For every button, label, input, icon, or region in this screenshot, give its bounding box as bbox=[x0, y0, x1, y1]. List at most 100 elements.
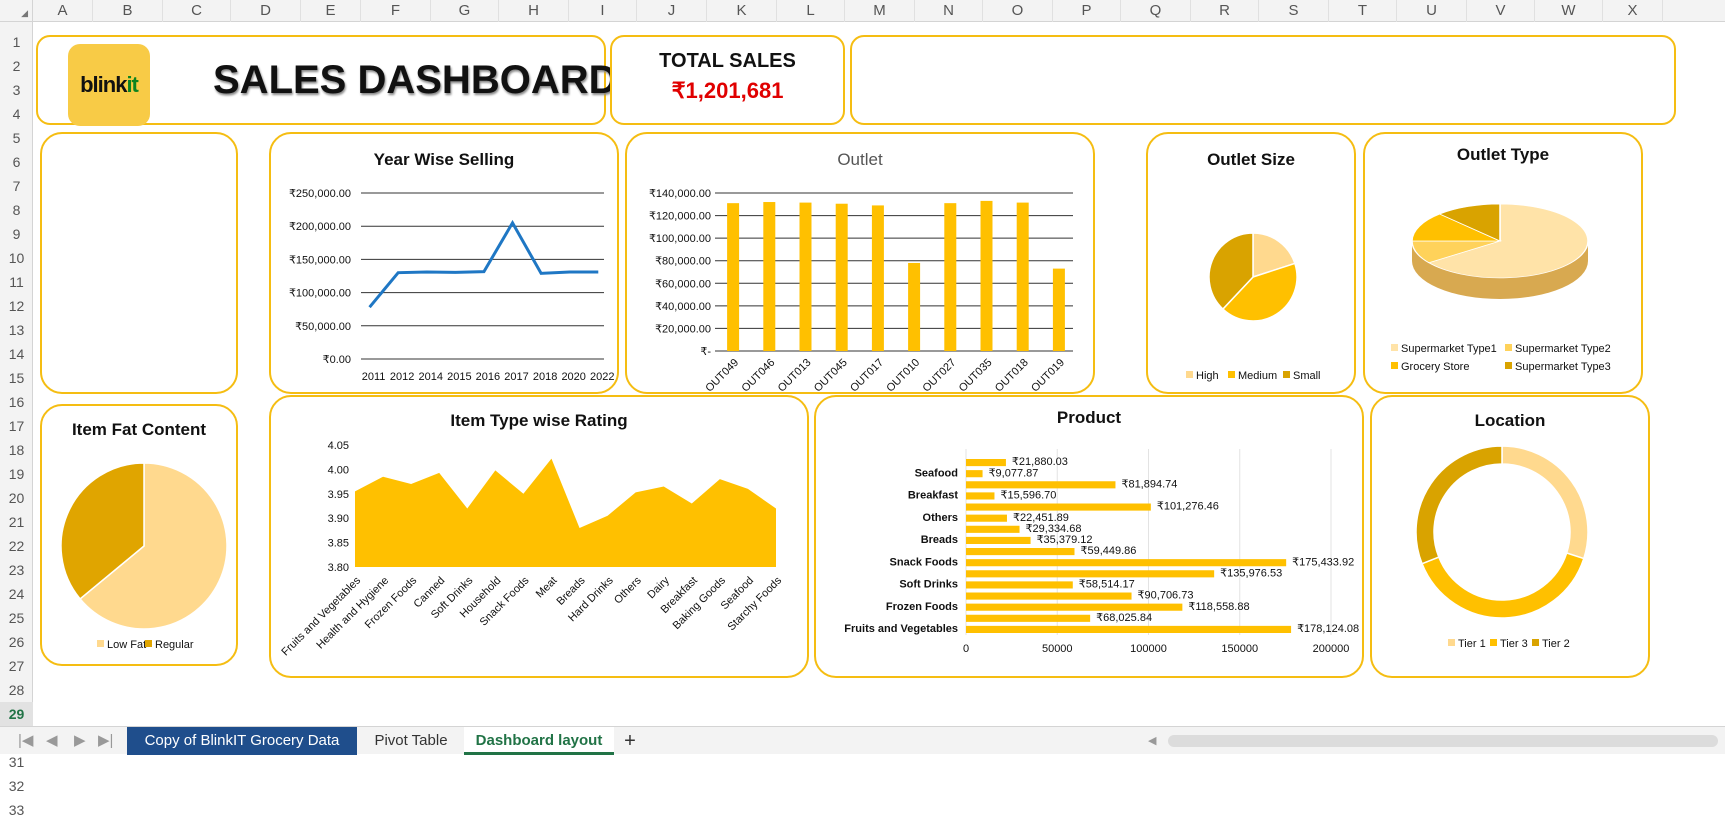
legend-swatch bbox=[1283, 371, 1290, 378]
row-header-32[interactable]: 32 bbox=[0, 774, 33, 798]
column-header-D[interactable]: D bbox=[231, 0, 301, 22]
x-tick-label: 2017 bbox=[504, 371, 528, 383]
column-header-K[interactable]: K bbox=[707, 0, 777, 22]
first-sheet-icon[interactable]: |◀ bbox=[18, 731, 33, 749]
row-header-24[interactable]: 24 bbox=[0, 582, 33, 606]
legend-swatch bbox=[1490, 639, 1497, 646]
column-header-O[interactable]: O bbox=[983, 0, 1053, 22]
row-header-6[interactable]: 6 bbox=[0, 150, 33, 174]
y-tick-label: Others bbox=[923, 512, 958, 524]
row-header-11[interactable]: 11 bbox=[0, 270, 33, 294]
series-line bbox=[368, 219, 599, 309]
pie-top bbox=[1411, 203, 1589, 279]
last-sheet-icon[interactable]: ▶| bbox=[98, 731, 113, 749]
row-header-21[interactable]: 21 bbox=[0, 510, 33, 534]
x-tick-label: 0 bbox=[963, 643, 969, 655]
row-header-23[interactable]: 23 bbox=[0, 558, 33, 582]
row-header-17[interactable]: 17 bbox=[0, 414, 33, 438]
row-header-14[interactable]: 14 bbox=[0, 342, 33, 366]
bar bbox=[727, 203, 740, 351]
row-header-3[interactable]: 3 bbox=[0, 78, 33, 102]
row-header-5[interactable]: 5 bbox=[0, 126, 33, 150]
row-header-33[interactable]: 33 bbox=[0, 798, 33, 822]
row-header-13[interactable]: 13 bbox=[0, 318, 33, 342]
column-header-R[interactable]: R bbox=[1191, 0, 1259, 22]
row-header-27[interactable]: 27 bbox=[0, 654, 33, 678]
column-header-Q[interactable]: Q bbox=[1121, 0, 1191, 22]
row-header-29[interactable]: 29 bbox=[0, 702, 33, 726]
x-tick-label: 2011 bbox=[362, 371, 386, 383]
column-header-X[interactable]: X bbox=[1603, 0, 1663, 22]
add-sheet-button[interactable]: + bbox=[616, 727, 644, 755]
column-header-N[interactable]: N bbox=[915, 0, 983, 22]
tab-copy-of-blinkit-grocery-data[interactable]: Copy of BlinkIT Grocery Data bbox=[127, 727, 357, 755]
horizontal-scrollbar[interactable] bbox=[1168, 735, 1718, 747]
row-header-2[interactable]: 2 bbox=[0, 54, 33, 78]
row-header-26[interactable]: 26 bbox=[0, 630, 33, 654]
bar bbox=[908, 262, 921, 351]
row-header-9[interactable]: 9 bbox=[0, 222, 33, 246]
row-header-16[interactable]: 16 bbox=[0, 390, 33, 414]
bar bbox=[966, 581, 1073, 589]
outlet-card: Outlet ₹- ₹20,000.00 ₹40,000.00 ₹60,000.00 ₹… bbox=[625, 132, 1095, 395]
legend-swatch bbox=[1391, 344, 1398, 351]
worksheet-grid[interactable]: blinkit SALES DASHBOARD TOTAL SALES ₹1,2… bbox=[33, 22, 1725, 726]
row-header-28[interactable]: 28 bbox=[0, 678, 33, 702]
row-header-19[interactable]: 19 bbox=[0, 462, 33, 486]
row-header-25[interactable]: 25 bbox=[0, 606, 33, 630]
item-type-rating-card: Item Type wise Rating 3.80 3.85 3.90 3.95 4.… bbox=[269, 395, 809, 678]
column-header-S[interactable]: S bbox=[1259, 0, 1329, 22]
column-header-U[interactable]: U bbox=[1397, 0, 1467, 22]
x-tick-label: OUT035 bbox=[957, 357, 995, 395]
column-header-W[interactable]: W bbox=[1535, 0, 1603, 22]
column-header-M[interactable]: M bbox=[845, 0, 915, 22]
area-series bbox=[355, 458, 776, 567]
column-header-J[interactable]: J bbox=[637, 0, 707, 22]
column-header-I[interactable]: I bbox=[569, 0, 637, 22]
bar bbox=[966, 525, 1020, 533]
row-header-12[interactable]: 12 bbox=[0, 294, 33, 318]
x-tick-label: 2014 bbox=[419, 371, 443, 383]
column-header-P[interactable]: P bbox=[1053, 0, 1121, 22]
column-header-G[interactable]: G bbox=[431, 0, 499, 22]
y-tick-label: ₹0.00 bbox=[323, 354, 351, 366]
legend-label: Tier 2 bbox=[1542, 638, 1570, 650]
row-header-7[interactable]: 7 bbox=[0, 174, 33, 198]
column-header-E[interactable]: E bbox=[301, 0, 361, 22]
tab-pivot-table[interactable]: Pivot Table bbox=[360, 727, 462, 755]
donut-slice bbox=[1501, 445, 1589, 560]
row-header-18[interactable]: 18 bbox=[0, 438, 33, 462]
bar bbox=[1016, 202, 1029, 351]
column-header-L[interactable]: L bbox=[777, 0, 845, 22]
column-header-V[interactable]: V bbox=[1467, 0, 1535, 22]
x-tick-label: OUT018 bbox=[993, 357, 1031, 395]
select-all-corner[interactable]: ◢ bbox=[0, 0, 33, 22]
column-header-A[interactable]: A bbox=[33, 0, 93, 22]
legend-label: Medium bbox=[1238, 370, 1277, 382]
row-header-22[interactable]: 22 bbox=[0, 534, 33, 558]
column-header-C[interactable]: C bbox=[163, 0, 231, 22]
column-header-F[interactable]: F bbox=[361, 0, 431, 22]
row-header-10[interactable]: 10 bbox=[0, 246, 33, 270]
scroll-left-icon[interactable]: ◀ bbox=[1148, 734, 1156, 747]
row-header-20[interactable]: 20 bbox=[0, 486, 33, 510]
donut-slice bbox=[1415, 445, 1503, 565]
next-sheet-icon[interactable]: ▶ bbox=[74, 731, 86, 749]
row-header-15[interactable]: 15 bbox=[0, 366, 33, 390]
row-header-4[interactable]: 4 bbox=[0, 102, 33, 126]
column-header-B[interactable]: B bbox=[93, 0, 163, 22]
prev-sheet-icon[interactable]: ◀ bbox=[46, 731, 58, 749]
legend-label: Tier 1 bbox=[1458, 638, 1486, 650]
column-header-H[interactable]: H bbox=[499, 0, 569, 22]
tab-dashboard-layout[interactable]: Dashboard layout bbox=[464, 727, 614, 755]
row-header-8[interactable]: 8 bbox=[0, 198, 33, 222]
y-tick-label: ₹60,000.00 bbox=[655, 278, 711, 290]
y-tick-label: ₹200,000.00 bbox=[289, 221, 351, 233]
total-sales-value: ₹1,201,681 bbox=[671, 78, 784, 103]
x-tick-label: Meat bbox=[534, 575, 560, 601]
column-header-T[interactable]: T bbox=[1329, 0, 1397, 22]
y-tick-label: Seafood bbox=[915, 467, 958, 479]
row-header-1[interactable]: 1 bbox=[0, 30, 33, 54]
y-tick-label: Fruits and Vegetables bbox=[844, 623, 958, 635]
y-tick-label: ₹40,000.00 bbox=[655, 301, 711, 313]
